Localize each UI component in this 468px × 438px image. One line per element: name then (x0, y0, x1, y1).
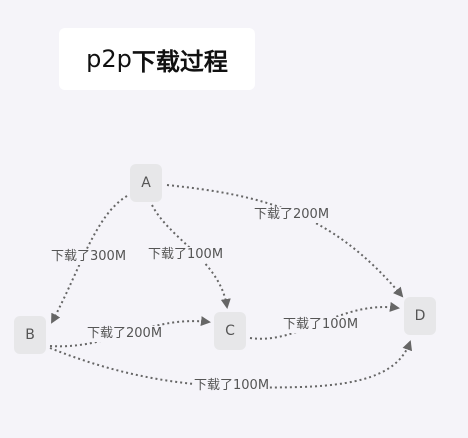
node-d[interactable]: D (404, 297, 436, 335)
node-b[interactable]: B (14, 316, 46, 354)
edge-label-b-c: 下载了200M (87, 326, 163, 342)
edge-label-a-b: 下载了300M (51, 249, 127, 265)
edge-label-a-d: 下载了200M (254, 207, 330, 223)
edge-layer (49, 184, 413, 389)
edge-a-d (166, 184, 404, 298)
edge-label-c-d: 下载了100M (283, 317, 359, 333)
edge-label-a-c: 下载了100M (148, 247, 224, 263)
edge-label-b-d: 下载了100M (194, 378, 270, 394)
node-a[interactable]: A (130, 164, 162, 202)
node-c[interactable]: C (214, 312, 246, 350)
